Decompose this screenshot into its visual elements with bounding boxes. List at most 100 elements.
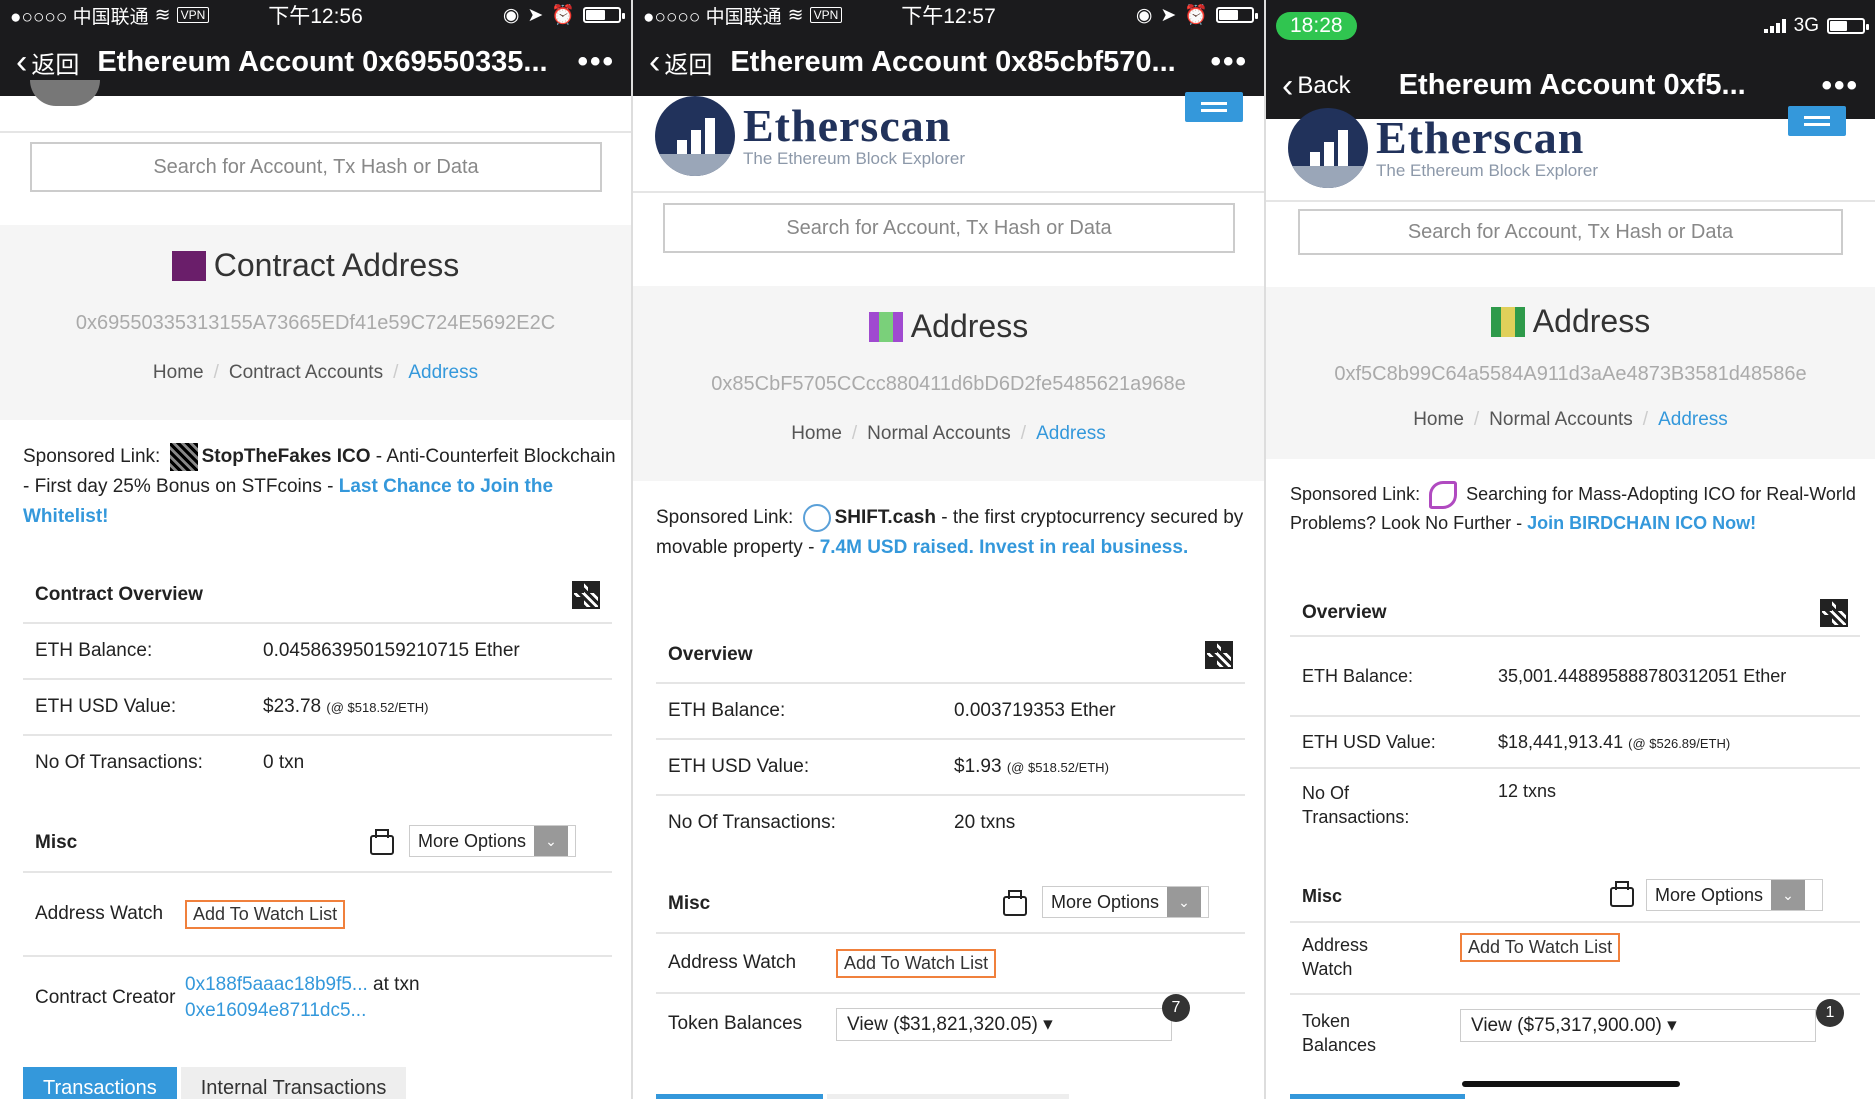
chevron-down-icon: ⌄ <box>534 826 569 856</box>
token-balances-dropdown[interactable]: View ($75,317,900.00) ▾ <box>1460 1009 1816 1042</box>
status-time: 下午12:56 <box>268 5 363 28</box>
qr-code-icon[interactable] <box>1205 640 1233 669</box>
usd-value: $1.93 <box>954 756 1002 777</box>
panel-2: ●○○○○ 中国联通 ≋ VPN 下午12:57 ◉ ➤ ⏰ ‹ 返回 Ethereum … <box>633 0 1266 1099</box>
creator-txn-link[interactable]: 0xe16094e8711dc5... <box>185 1000 366 1021</box>
table-row: No Of Transactions: 12 txns <box>1290 767 1860 845</box>
account-address: 0x85CbF5705CCcc880411d6bD6D2fe5485621a96… <box>711 373 1186 395</box>
more-menu-button[interactable]: ••• <box>577 45 615 79</box>
add-to-watch-list-button[interactable]: Add To Watch List <box>836 948 997 978</box>
sponsored-link: Sponsored Link: StopTheFakes ICO - Anti-… <box>23 442 618 532</box>
tab-transactions-edge[interactable] <box>656 1094 823 1099</box>
status-bar: ●○○○○ 中国联通 ≋ VPN 下午12:56 ◉ ➤ ⏰ <box>0 0 631 30</box>
overview-title: Overview <box>668 643 753 665</box>
watch-label: Address Watch <box>1302 935 1369 979</box>
qr-code-icon[interactable] <box>572 580 600 609</box>
tx-count-value: 20 txns <box>954 812 1016 833</box>
overview-header: Contract Overview <box>23 567 612 622</box>
logo-subtitle: The Ethereum Block Explorer <box>1376 161 1599 180</box>
table-row: ETH USD Value: $23.78 (@ $518.52/ETH) <box>23 678 612 734</box>
sponsored-link: Sponsored Link: SHIFT.cash - the first c… <box>656 503 1251 563</box>
home-indicator[interactable] <box>1462 1081 1680 1087</box>
identicon-avatar <box>868 311 903 342</box>
sponsored-label: Sponsored Link: <box>656 507 794 528</box>
overview-title: Overview <box>1302 601 1387 623</box>
watch-label: Address Watch <box>668 952 797 973</box>
overview-section: Overview ETH Balance: 35,001.448895888780… <box>1290 590 1860 845</box>
watch-label: Address Watch <box>35 903 164 924</box>
crumb-category[interactable]: Contract Accounts <box>229 362 383 383</box>
hamburger-menu-button[interactable] <box>1788 106 1846 136</box>
back-button[interactable]: ‹ 返回 <box>649 45 712 80</box>
more-options-label: More Options <box>1655 884 1764 905</box>
back-label: Back <box>1297 71 1351 99</box>
crumb-home[interactable]: Home <box>153 362 204 383</box>
search-input[interactable]: Search for Account, Tx Hash or Data <box>30 142 602 192</box>
eth-balance-value: 0.045863950159210715 Ether <box>263 640 520 661</box>
back-button[interactable]: ‹ 返回 <box>16 45 79 80</box>
account-address: 0x69550335313155A73665EDf41e59C724E5692E… <box>75 312 556 334</box>
misc-table: Misc More Options ⌄ Address Watch Add To W… <box>23 815 612 1039</box>
table-row: ETH Balance: 35,001.448895888780312051 Et… <box>1290 635 1860 715</box>
more-menu-button[interactable]: ••• <box>1821 69 1859 103</box>
more-options-dropdown[interactable]: More Options ⌄ <box>409 825 576 857</box>
stopthefakes-logo-icon <box>169 442 198 471</box>
tab-internal-edge[interactable] <box>827 1094 1069 1099</box>
logo-subtitle: The Ethereum Block Explorer <box>743 149 966 168</box>
battery-icon <box>1216 7 1258 23</box>
etherscan-logo[interactable]: Etherscan The Ethereum Block Explorer <box>1288 108 1598 188</box>
table-row: Address Watch Add To Watch List <box>656 932 1245 992</box>
add-to-watch-list-button[interactable]: Add To Watch List <box>185 899 346 929</box>
tab-transactions[interactable]: Transactions <box>23 1067 177 1099</box>
status-time: 下午12:57 <box>901 5 996 28</box>
crumb-category[interactable]: Normal Accounts <box>1489 409 1633 430</box>
breadcrumb: Home / Normal Accounts / Address <box>1413 409 1728 430</box>
crumb-category[interactable]: Normal Accounts <box>867 423 1011 444</box>
logo-title: Etherscan <box>743 100 952 151</box>
eth-balance-value: 35,001.448895888780312051 Ether <box>1498 665 1787 686</box>
usd-value: $18,441,913.41 <box>1498 731 1624 752</box>
battery-icon <box>1827 18 1869 34</box>
printer-icon[interactable] <box>1003 890 1027 916</box>
hamburger-menu-button[interactable] <box>1185 92 1243 122</box>
row-label: ETH USD Value: <box>668 756 810 777</box>
identicon-avatar <box>1490 306 1525 337</box>
crumb-home[interactable]: Home <box>791 423 842 444</box>
table-row: Address Watch Add To Watch List <box>23 871 612 955</box>
creator-address-link[interactable]: 0x188f5aaac18b9f5... <box>185 974 368 995</box>
back-button[interactable]: ‹ Back <box>1282 69 1351 103</box>
search-input[interactable]: Search for Account, Tx Hash or Data <box>663 203 1235 253</box>
sponsor-name[interactable]: SHIFT.cash <box>835 507 936 528</box>
row-label: ETH Balance: <box>35 640 153 661</box>
etherscan-logo[interactable] <box>30 80 100 106</box>
chevron-left-icon: ‹ <box>649 43 661 81</box>
table-row: Token Balances View ($31,821,320.05) ▾ 7 <box>656 992 1245 1054</box>
row-label: No Of Transactions: <box>1302 783 1410 827</box>
add-to-watch-list-button[interactable]: Add To Watch List <box>1460 933 1621 962</box>
chevron-down-icon: ⌄ <box>1771 880 1806 910</box>
etherscan-logo[interactable]: Etherscan The Ethereum Block Explorer <box>655 96 965 176</box>
row-label: ETH Balance: <box>1302 665 1414 686</box>
creator-at-text: at txn <box>367 974 420 995</box>
sponsor-cta-link[interactable]: 7.4M USD raised. Invest in real business… <box>820 537 1189 558</box>
token-balances-dropdown[interactable]: View ($31,821,320.05) ▾ <box>836 1007 1172 1041</box>
chevron-left-icon: ‹ <box>1282 66 1294 105</box>
search-input[interactable]: Search for Account, Tx Hash or Data <box>1298 209 1843 255</box>
logo-title: Etherscan <box>1376 112 1585 163</box>
qr-code-icon[interactable] <box>1820 598 1848 627</box>
sponsor-name[interactable]: StopTheFakes ICO <box>202 446 371 467</box>
eth-price-note: (@ $518.52/ETH) <box>1006 760 1109 775</box>
tab-internal-transactions[interactable]: Internal Transactions <box>180 1067 407 1099</box>
row-label: No Of Transactions: <box>668 812 836 833</box>
more-options-dropdown[interactable]: More Options ⌄ <box>1646 879 1823 911</box>
eth-price-note: (@ $518.52/ETH) <box>326 700 429 715</box>
nav-title: Ethereum Account 0xf5... <box>1398 69 1746 101</box>
sponsor-cta-link[interactable]: Join BIRDCHAIN ICO Now! <box>1527 513 1756 533</box>
printer-icon[interactable] <box>370 829 394 855</box>
more-menu-button[interactable]: ••• <box>1210 45 1248 79</box>
more-options-dropdown[interactable]: More Options ⌄ <box>1042 886 1209 918</box>
printer-icon[interactable] <box>1610 881 1634 907</box>
chevron-down-icon: ⌄ <box>1167 887 1202 917</box>
tab-transactions-edge[interactable] <box>1290 1094 1465 1099</box>
crumb-home[interactable]: Home <box>1413 409 1464 430</box>
